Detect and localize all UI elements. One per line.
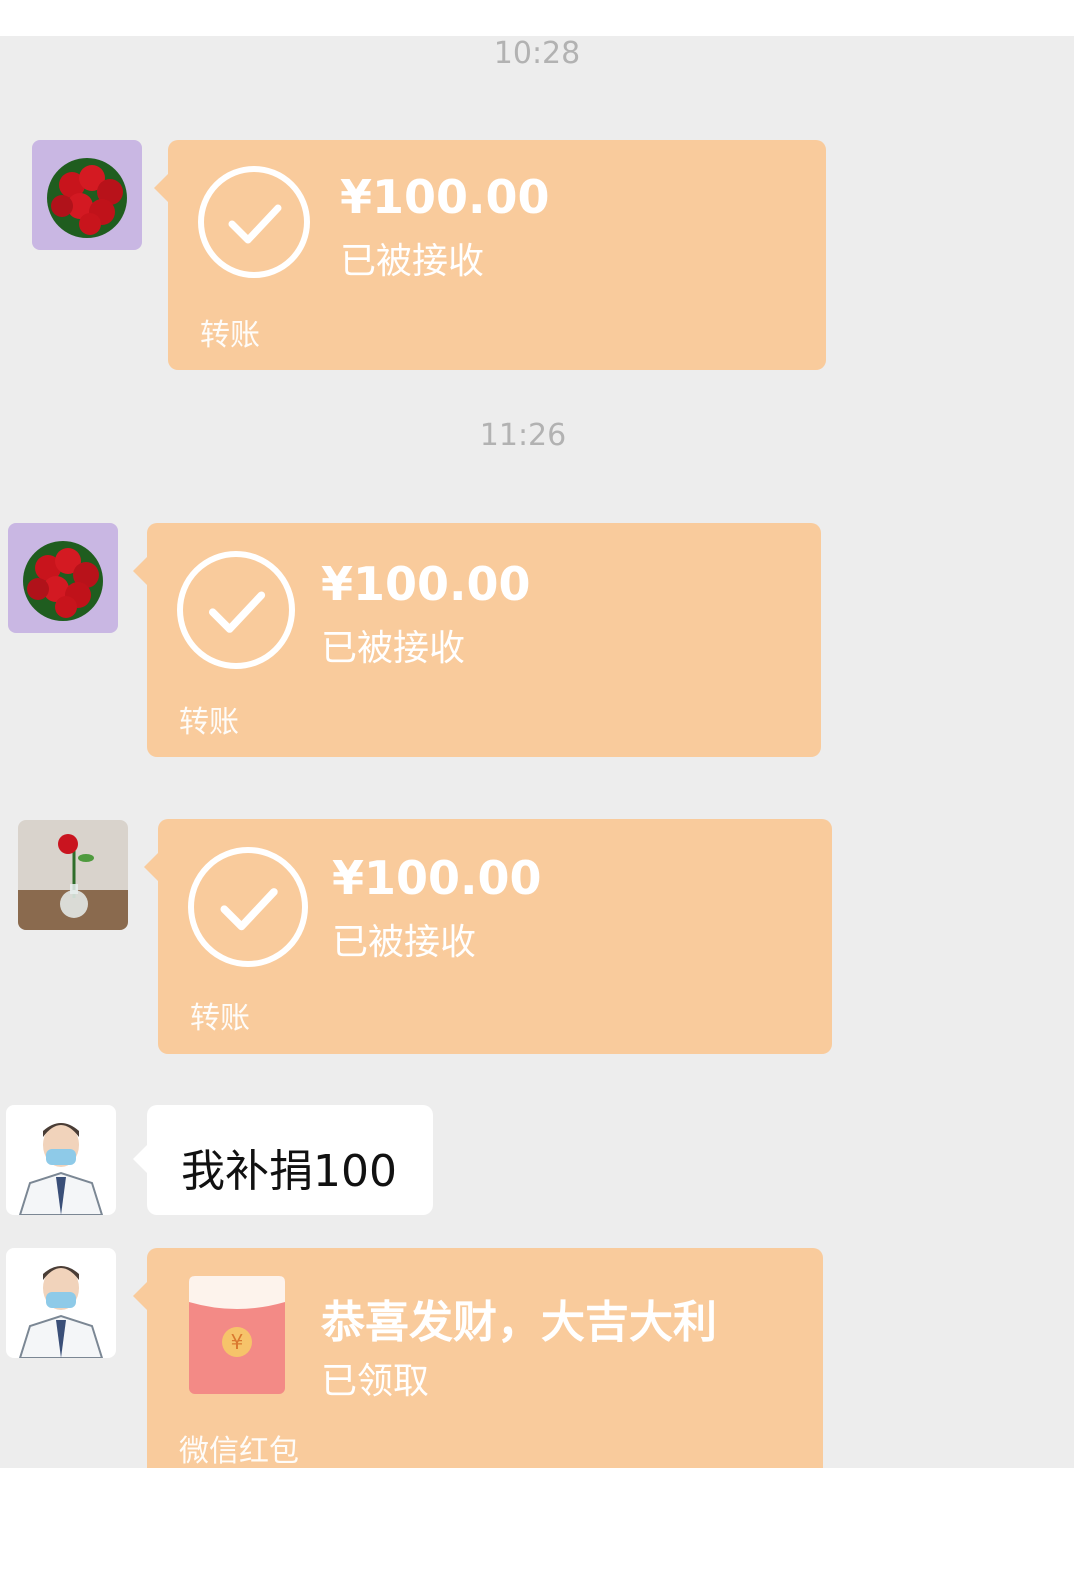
doctor-mask-avatar[interactable] xyxy=(6,1105,116,1215)
red-packet-label: 微信红包 xyxy=(179,1434,299,1468)
message-text: 我补捐100 xyxy=(181,1146,397,1197)
transfer-card[interactable]: ¥100.00 已被接收 转账 xyxy=(154,140,826,370)
transfer-status: 已被接收 xyxy=(340,241,485,282)
check-circle-icon xyxy=(188,847,308,967)
red-packet-greeting: 恭喜发财，大吉大利 xyxy=(321,1297,717,1348)
transfer-card[interactable]: ¥100.00 已被接收 转账 xyxy=(144,819,832,1054)
coin-glyph: ¥ xyxy=(231,1330,244,1354)
transfer-label: 转账 xyxy=(200,318,260,353)
transfer-status: 已被接收 xyxy=(332,922,477,963)
check-circle-icon xyxy=(177,551,295,669)
red-packet-card[interactable]: ¥ 恭喜发财，大吉大利 已领取 微信红包 xyxy=(133,1248,823,1468)
timestamp: 10:28 xyxy=(493,36,581,71)
bottom-blank-area xyxy=(0,1468,1080,1577)
transfer-status: 已被接收 xyxy=(321,628,466,669)
transfer-amount: ¥100.00 xyxy=(321,557,531,611)
chat-area: 10:28 ¥100.00 已被接收 转账 11:26 ¥100.00 已被接收… xyxy=(0,36,1074,1468)
check-circle-icon xyxy=(198,166,310,278)
timestamp: 11:26 xyxy=(479,418,567,453)
transfer-card[interactable]: ¥100.00 已被接收 转账 xyxy=(133,523,821,757)
red-envelope-icon: ¥ xyxy=(189,1276,285,1394)
text-message-bubble[interactable]: 我补捐100 xyxy=(133,1105,433,1215)
transfer-label: 转账 xyxy=(190,1001,250,1036)
red-packet-status: 已领取 xyxy=(321,1361,430,1402)
single-rose-vase-avatar[interactable] xyxy=(18,820,128,930)
doctor-mask-avatar[interactable] xyxy=(6,1248,116,1358)
rose-bouquet-avatar[interactable] xyxy=(32,140,142,250)
transfer-amount: ¥100.00 xyxy=(332,851,542,905)
transfer-label: 转账 xyxy=(179,705,239,740)
rose-bouquet-avatar[interactable] xyxy=(8,523,118,633)
transfer-amount: ¥100.00 xyxy=(340,170,550,224)
